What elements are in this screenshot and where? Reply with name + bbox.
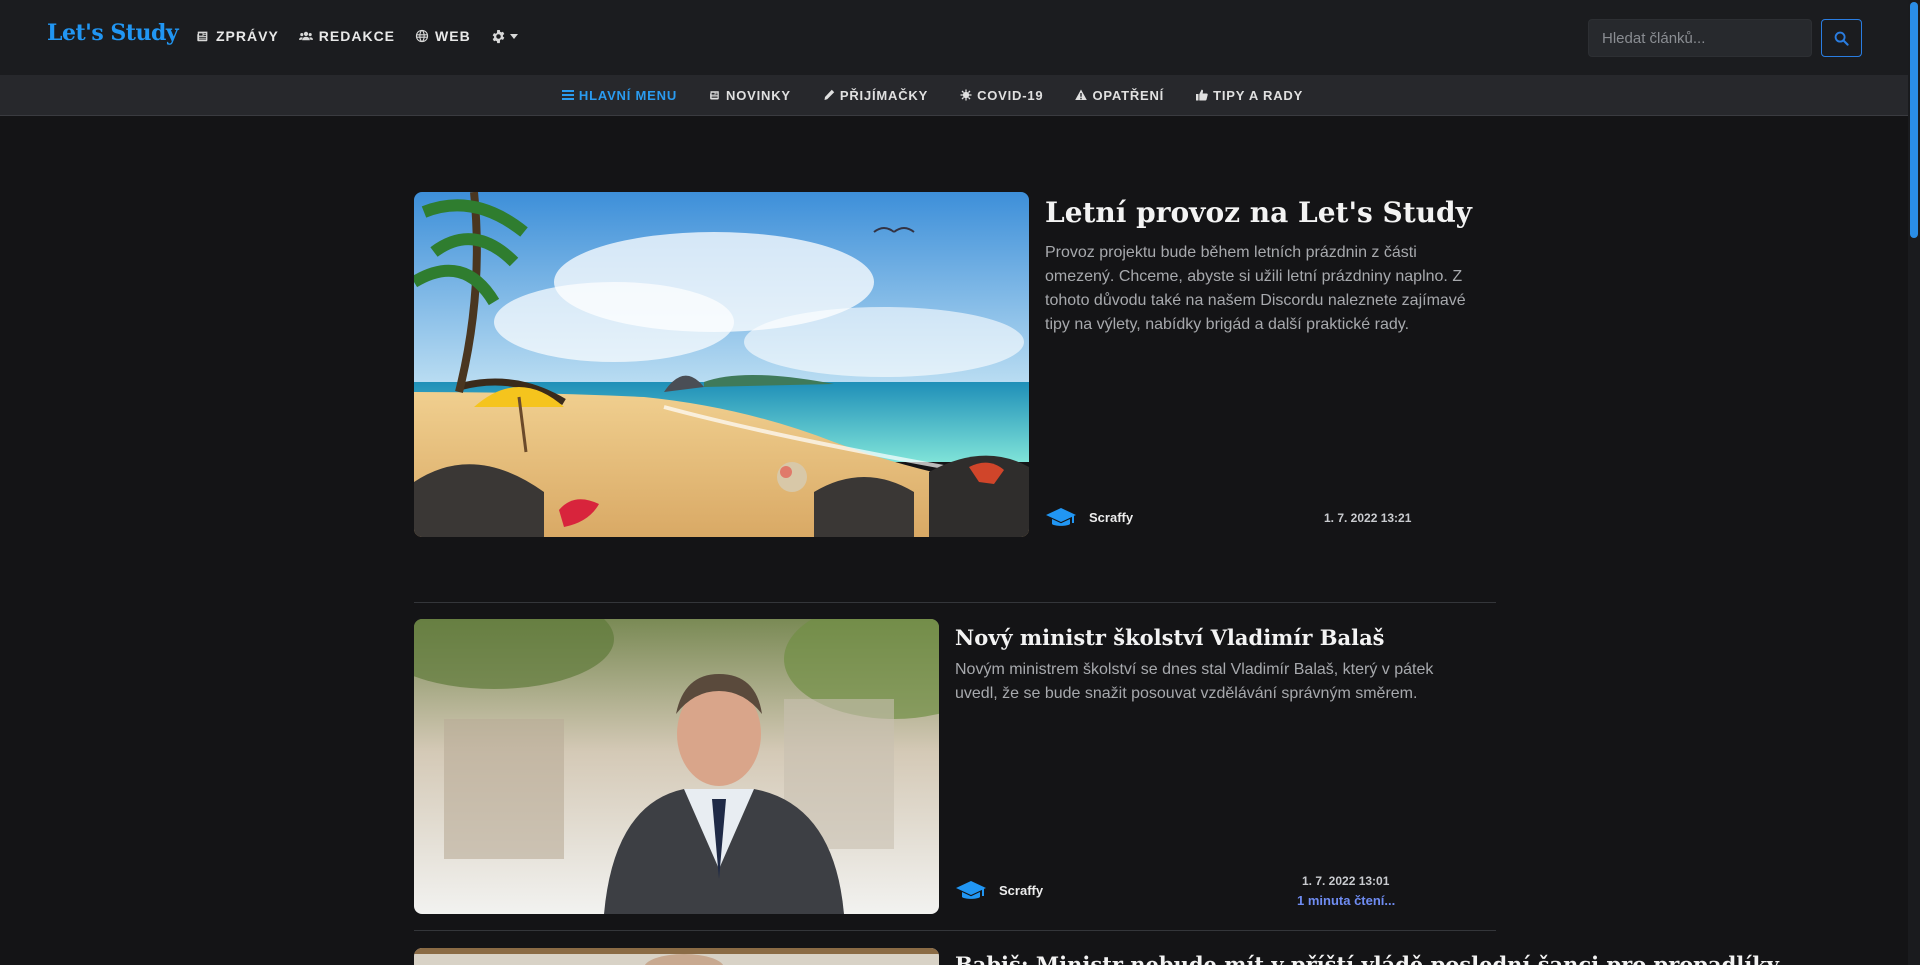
top-navigation: ZPRÁVY REDAKCE WEB <box>196 28 518 44</box>
article-date: 1. 7. 2022 13:01 <box>1302 874 1390 888</box>
author-name: Scraffy <box>999 882 1044 898</box>
brand-logo[interactable]: Let's Study <box>47 20 179 46</box>
thumbs-up-icon <box>1196 89 1208 101</box>
page-scrollbar[interactable] <box>1908 0 1920 965</box>
article-divider <box>414 930 1496 931</box>
tab-main-menu[interactable]: HLAVNÍ MENU <box>561 87 678 103</box>
author-name: Scraffy <box>1089 509 1134 525</box>
article-image[interactable] <box>414 948 939 965</box>
beach-illustration <box>414 192 1029 537</box>
tab-news[interactable]: NOVINKY <box>709 88 791 103</box>
tab-tips-label: TIPY A RADY <box>1213 87 1304 103</box>
tab-measures-label: OPATŘENÍ <box>1092 87 1165 103</box>
nav-team-label: REDAKCE <box>318 28 396 44</box>
portrait-photo <box>414 619 939 914</box>
search-button[interactable] <box>1821 19 1862 57</box>
tab-covid[interactable]: COVID-19 <box>960 88 1043 103</box>
settings-dropdown[interactable] <box>491 28 518 44</box>
tab-tips[interactable]: TIPY A RADY <box>1196 88 1303 103</box>
article-excerpt: Novým ministrem školství se dnes stal Vl… <box>955 661 1434 702</box>
warning-icon <box>1075 89 1088 100</box>
nav-web[interactable]: WEB <box>415 28 471 44</box>
nav-team[interactable]: REDAKCE <box>298 28 396 44</box>
globe-icon <box>415 29 429 43</box>
article-excerpt: Provoz projektu bude během letních prázd… <box>1045 244 1466 333</box>
nav-news-label: ZPRÁVY <box>216 28 279 44</box>
article-title[interactable]: Nový ministr školství Vladimír Balaš <box>955 625 1385 650</box>
chevron-down-icon <box>509 33 518 39</box>
nav-news[interactable]: ZPRÁVY <box>196 28 279 44</box>
search-input[interactable] <box>1588 19 1812 57</box>
article-author[interactable]: Scraffy <box>1045 506 1133 528</box>
photo <box>414 948 939 965</box>
category-navbar: HLAVNÍ MENU NOVINKY PŘIJÍMAČKY COVID-19 … <box>0 75 1908 116</box>
tab-admissions-label: PŘIJÍMAČKY <box>839 87 929 103</box>
graduation-cap-icon <box>956 881 986 899</box>
menu-icon <box>561 90 574 100</box>
virus-icon <box>960 89 972 101</box>
tab-covid-label: COVID-19 <box>977 87 1044 103</box>
graduation-cap-icon <box>1046 508 1076 526</box>
tab-main-menu-label: HLAVNÍ MENU <box>578 87 678 103</box>
article-author[interactable]: Scraffy <box>955 879 1043 901</box>
scrollbar-thumb[interactable] <box>1910 2 1918 238</box>
nav-web-label: WEB <box>435 28 471 44</box>
article-title[interactable]: Babiš: Ministr nebude mít v příští vládě… <box>955 952 1779 965</box>
article-divider <box>414 602 1496 603</box>
tab-admissions[interactable]: PŘIJÍMAČKY <box>823 88 928 103</box>
users-icon <box>298 31 313 41</box>
article-image[interactable] <box>414 619 939 914</box>
top-navbar: Let's Study ZPRÁVY REDAKCE WEB <box>0 0 1908 75</box>
article-title[interactable]: Letní provoz na Let's Study <box>1045 196 1472 229</box>
category-navigation: HLAVNÍ MENU NOVINKY PŘIJÍMAČKY COVID-19 … <box>561 87 1303 103</box>
newspaper-icon <box>197 31 208 42</box>
tab-news-label: NOVINKY <box>726 87 791 103</box>
tab-measures[interactable]: OPATŘENÍ <box>1075 88 1164 103</box>
search-icon <box>1834 31 1849 46</box>
pencil-icon <box>824 89 835 100</box>
newspaper-icon <box>710 91 719 100</box>
gear-icon <box>492 29 505 43</box>
article-image[interactable] <box>414 192 1029 537</box>
article-date: 1. 7. 2022 13:21 <box>1324 511 1412 525</box>
read-time-link[interactable]: 1 minuta čtení... <box>1297 893 1395 908</box>
